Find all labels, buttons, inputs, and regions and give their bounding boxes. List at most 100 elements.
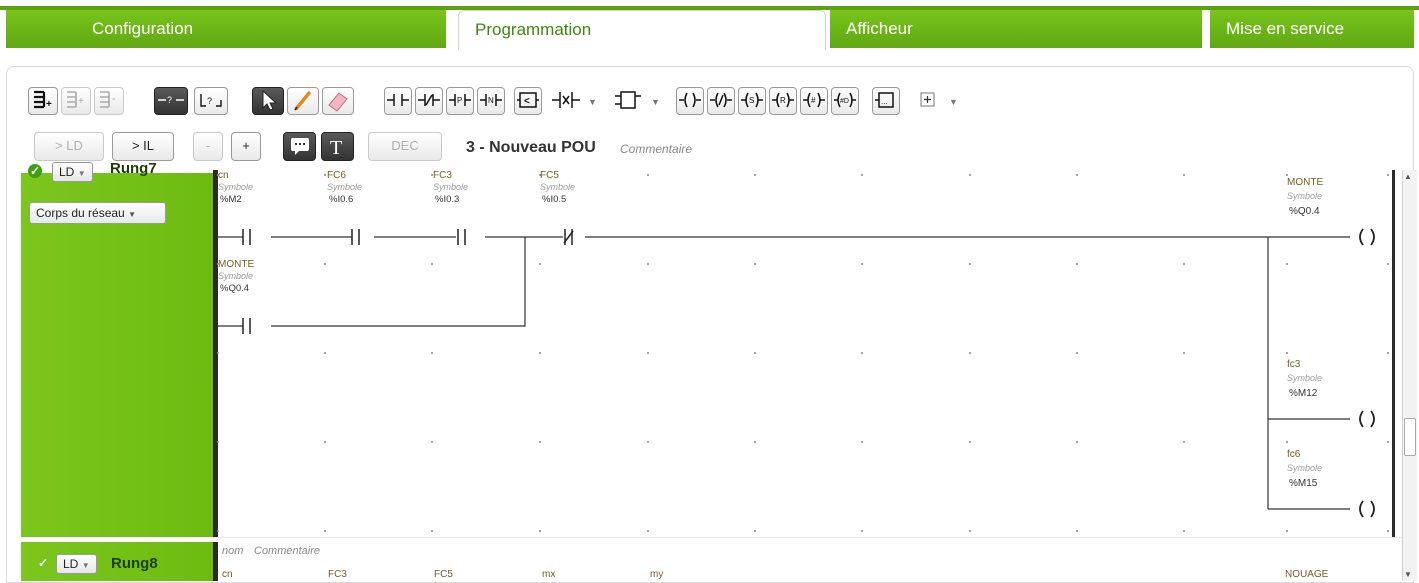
grid-dot <box>430 262 434 266</box>
coil-name-label: fc3 <box>1287 359 1301 370</box>
grid-dot <box>646 529 650 533</box>
grid-dot <box>323 440 327 444</box>
grid-dot <box>323 529 327 533</box>
grid-dot <box>860 262 864 266</box>
grid-dot <box>1075 351 1079 355</box>
grid-dot <box>1285 351 1289 355</box>
grid-dot <box>968 529 972 533</box>
contact-no-icon <box>242 318 251 334</box>
coil-icon <box>1359 500 1375 518</box>
grid-dot <box>1182 262 1186 266</box>
grid-dot <box>860 529 864 533</box>
grid-dot <box>1075 173 1079 177</box>
coil-name-label: fc6 <box>1287 449 1301 460</box>
grid-dot <box>1285 262 1289 266</box>
grid-dot <box>538 262 542 266</box>
ladder-wires <box>218 236 1350 510</box>
rung8-comment-name: nom <box>222 545 244 557</box>
grid-dot <box>1285 440 1289 444</box>
contact-address-label: %Q0.4 <box>220 283 249 294</box>
grid-dot <box>1386 262 1390 266</box>
rung8-label: NOUAGE <box>1285 569 1329 580</box>
grid-dot <box>216 351 220 355</box>
grid-dot <box>1285 529 1289 533</box>
grid-dot <box>1075 529 1079 533</box>
rung8-label: my <box>650 569 664 580</box>
grid-dot <box>538 351 542 355</box>
grid-dot <box>1182 529 1186 533</box>
grid-dot <box>860 173 864 177</box>
grid-dot <box>1386 440 1390 444</box>
contact-address-label: %I0.5 <box>542 194 566 205</box>
contact-symbol-label: Symbole <box>218 271 253 281</box>
rung8-label: FC5 <box>434 569 453 580</box>
grid-dot <box>860 351 864 355</box>
coil-symbol-label: Symbole <box>1287 373 1322 383</box>
grid-dot <box>430 529 434 533</box>
contact-address-label: %I0.6 <box>329 194 353 205</box>
grid-dot <box>646 440 650 444</box>
grid-dot <box>646 262 650 266</box>
vertical-scrollbar[interactable] <box>1402 170 1417 581</box>
coil-icon <box>1359 410 1375 428</box>
rung8-label: FC3 <box>328 569 347 580</box>
grid-dot <box>860 440 864 444</box>
contact-address-label: %M2 <box>220 194 242 205</box>
grid-dot <box>430 440 434 444</box>
coil-address-label: %Q0.4 <box>1289 206 1320 217</box>
contact-name-label: FC5 <box>540 170 559 181</box>
grid-dot <box>753 173 757 177</box>
contact-no-icon <box>351 229 360 245</box>
grid-dot <box>1075 262 1079 266</box>
grid-dot <box>1075 440 1079 444</box>
rung8-comment[interactable]: Commentaire <box>254 545 320 557</box>
contact-no-icon <box>457 229 466 245</box>
grid-dot <box>753 262 757 266</box>
scroll-down-icon[interactable]: ▼ <box>1404 570 1412 579</box>
grid-dot <box>538 529 542 533</box>
coil-symbol-label: Symbole <box>1287 463 1322 473</box>
coil-address-label: %M12 <box>1289 388 1318 399</box>
ladder-diagram: cnSymbole%M2FC6Symbole%I0.6FC3Symbole%I0… <box>216 170 1390 533</box>
ladder-elements: cnSymbole%M2FC6Symbole%I0.6FC3Symbole%I0… <box>218 170 1375 518</box>
contact-symbol-label: Symbole <box>327 182 362 192</box>
contact-name-label: cn <box>218 170 229 181</box>
contact-nc-icon <box>563 229 574 245</box>
grid-dot <box>216 440 220 444</box>
grid-dot <box>753 351 757 355</box>
scroll-up-icon[interactable]: ▲ <box>1404 172 1412 181</box>
grid-dot <box>646 173 650 177</box>
grid-dot <box>1386 173 1390 177</box>
grid-dot <box>538 440 542 444</box>
grid-dot <box>1182 173 1186 177</box>
coil-icon <box>1359 228 1375 246</box>
grid-dot <box>753 440 757 444</box>
grid-dot <box>216 529 220 533</box>
grid-dot <box>1182 351 1186 355</box>
grid-dot <box>430 351 434 355</box>
coil-address-label: %M15 <box>1289 478 1318 489</box>
grid-dot <box>1386 351 1390 355</box>
grid-dot <box>753 529 757 533</box>
grid-dot <box>1182 440 1186 444</box>
scrollbar-thumb[interactable] <box>1404 418 1416 456</box>
coil-name-label: MONTE <box>1287 177 1323 188</box>
grid-dot <box>968 440 972 444</box>
grid-dot <box>968 173 972 177</box>
contact-name-label: FC6 <box>327 170 346 181</box>
contact-symbol-label: Symbole <box>540 182 575 192</box>
rung8-label: mx <box>542 569 556 580</box>
contact-name-label: FC3 <box>433 170 452 181</box>
contact-no-icon <box>242 229 251 245</box>
grid-dot <box>1285 173 1289 177</box>
grid-dot <box>968 351 972 355</box>
contact-name-label: MONTE <box>218 259 254 270</box>
grid-dot <box>323 351 327 355</box>
rung8-label: cn <box>222 569 233 580</box>
coil-symbol-label: Symbole <box>1287 191 1322 201</box>
grid-dot <box>968 262 972 266</box>
contact-address-label: %I0.3 <box>435 194 459 205</box>
contact-symbol-label: Symbole <box>433 182 468 192</box>
grid-dot <box>323 173 327 177</box>
grid-dot <box>323 262 327 266</box>
